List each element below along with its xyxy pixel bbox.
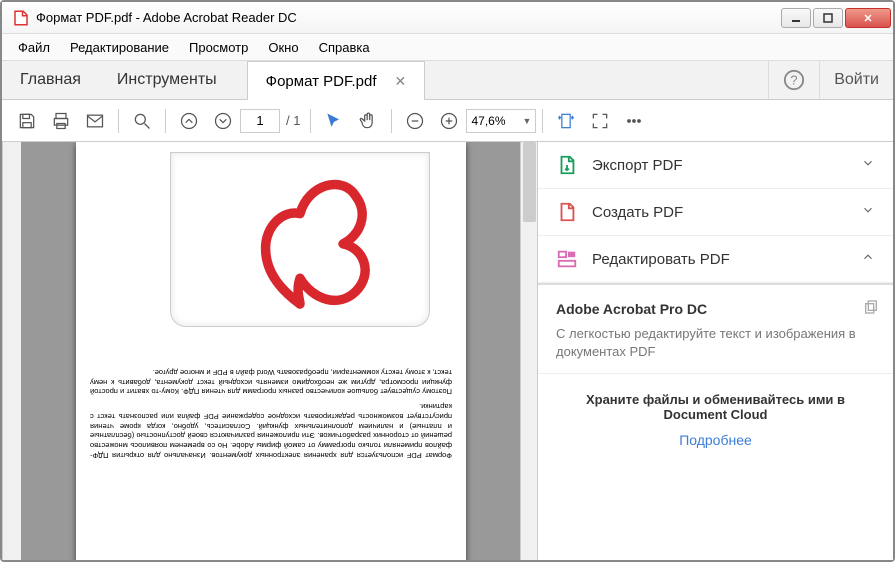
close-button[interactable] (845, 8, 891, 28)
export-pdf-icon (556, 154, 578, 176)
chevron-down-icon (861, 203, 875, 221)
sp-label: Редактировать PDF (592, 251, 861, 268)
menu-help[interactable]: Справка (309, 37, 380, 58)
tab-home[interactable]: Главная (2, 61, 99, 99)
tab-close-icon[interactable]: ✕ (394, 73, 406, 90)
duplicate-icon[interactable] (863, 299, 879, 320)
sp-export-pdf[interactable]: Экспорт PDF (538, 142, 893, 189)
tab-row: Главная Инструменты Формат PDF.pdf ✕ ? В… (2, 60, 893, 100)
cloud-link[interactable]: Подробнее (556, 432, 875, 448)
search-button[interactable] (125, 104, 159, 138)
menu-view[interactable]: Просмотр (179, 37, 258, 58)
chevron-down-icon (861, 156, 875, 174)
promo-body: С легкостью редактируйте текст и изображ… (556, 325, 875, 361)
toolbar: / 1 47,6% ▼ (2, 100, 893, 142)
page-total: / 1 (286, 113, 300, 128)
page-up-button[interactable] (172, 104, 206, 138)
main-area: Формат PDF используется для хранения эле… (2, 142, 893, 560)
zoom-out-button[interactable] (398, 104, 432, 138)
menu-edit[interactable]: Редактирование (60, 37, 179, 58)
document-text: Формат PDF используется для хранения эле… (90, 367, 452, 460)
more-tools-button[interactable] (617, 104, 651, 138)
create-pdf-icon (556, 201, 578, 223)
menu-bar: Файл Редактирование Просмотр Окно Справк… (2, 34, 893, 60)
menu-file[interactable]: Файл (8, 37, 60, 58)
cloud-title: Храните файлы и обменивайтесь ими в Docu… (556, 392, 875, 422)
fit-page-button[interactable] (583, 104, 617, 138)
adobe-logo-icon (210, 162, 390, 317)
tab-document[interactable]: Формат PDF.pdf ✕ (247, 61, 426, 100)
help-icon: ? (783, 69, 805, 91)
edit-pdf-icon (556, 248, 578, 270)
document-scroll[interactable]: Формат PDF используется для хранения эле… (21, 142, 520, 560)
zoom-value: 47,6% (471, 114, 505, 128)
page-input[interactable] (240, 109, 280, 133)
side-panel: Экспорт PDF Создать PDF Редактировать PD… (537, 142, 893, 560)
hand-tool-button[interactable] (351, 104, 385, 138)
vertical-scrollbar[interactable] (520, 142, 537, 560)
chevron-up-icon (861, 250, 875, 268)
help-button[interactable]: ? (768, 61, 819, 99)
nav-pane-toggle[interactable] (2, 142, 21, 560)
zoom-select[interactable]: 47,6% ▼ (466, 109, 536, 133)
svg-text:?: ? (791, 73, 798, 88)
pdf-logo (170, 152, 430, 327)
sp-cloud: Храните файлы и обменивайтесь ими в Docu… (538, 373, 893, 466)
save-button[interactable] (10, 104, 44, 138)
window-controls (781, 8, 891, 28)
sp-label: Создать PDF (592, 204, 861, 221)
document-view: Формат PDF используется для хранения эле… (2, 142, 537, 560)
sp-create-pdf[interactable]: Создать PDF (538, 189, 893, 236)
window-title: Формат PDF.pdf - Adobe Acrobat Reader DC (36, 10, 781, 25)
tab-document-label: Формат PDF.pdf (266, 73, 377, 90)
scrollbar-thumb[interactable] (523, 142, 536, 222)
app-icon (12, 9, 30, 27)
menu-window[interactable]: Окно (258, 37, 308, 58)
mail-button[interactable] (78, 104, 112, 138)
minimize-button[interactable] (781, 8, 811, 28)
zoom-in-button[interactable] (432, 104, 466, 138)
print-button[interactable] (44, 104, 78, 138)
page-1: Формат PDF используется для хранения эле… (76, 142, 466, 560)
sp-edit-pdf[interactable]: Редактировать PDF (538, 236, 893, 283)
title-bar: Формат PDF.pdf - Adobe Acrobat Reader DC (2, 2, 893, 34)
paragraph: Поэтому существует большое количество ра… (90, 367, 452, 396)
maximize-button[interactable] (813, 8, 843, 28)
paragraph: Формат PDF используется для хранения эле… (90, 401, 452, 460)
login-button[interactable]: Войти (819, 61, 893, 99)
chevron-down-icon: ▼ (523, 116, 532, 126)
promo-title: Adobe Acrobat Pro DC (556, 301, 875, 317)
sp-promo: Adobe Acrobat Pro DC С легкостью редакти… (538, 285, 893, 373)
selection-tool-button[interactable] (317, 104, 351, 138)
sp-label: Экспорт PDF (592, 157, 861, 174)
page-down-button[interactable] (206, 104, 240, 138)
tab-tools[interactable]: Инструменты (99, 61, 235, 99)
fit-width-button[interactable] (549, 104, 583, 138)
